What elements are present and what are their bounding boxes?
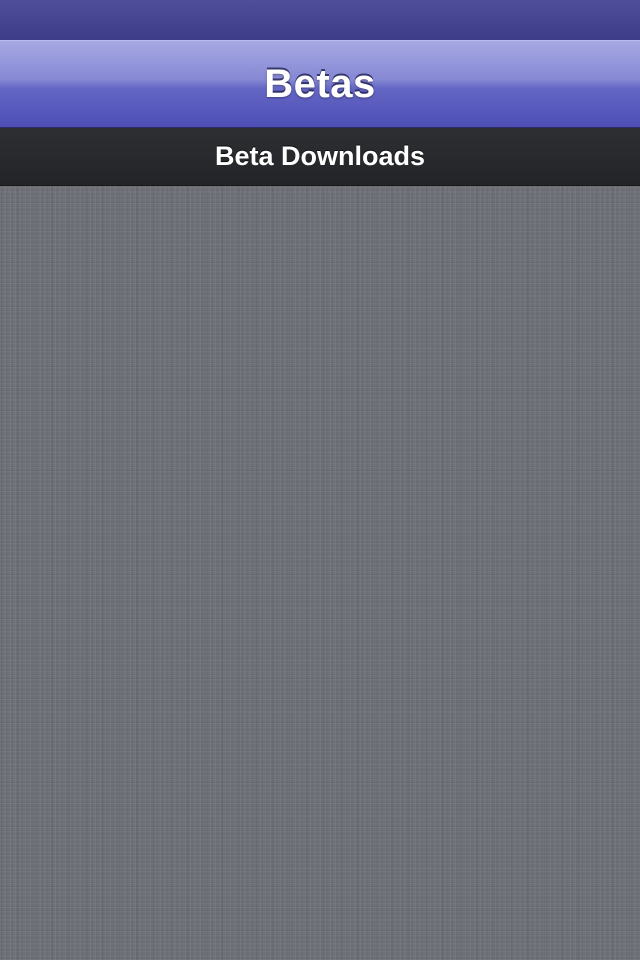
status-bar bbox=[0, 0, 640, 40]
app-screen: Betas Beta Downloads bbox=[0, 0, 640, 960]
section-header-label: Beta Downloads bbox=[214, 141, 426, 171]
page-title: Betas bbox=[264, 61, 376, 106]
section-header: Beta Downloads bbox=[0, 128, 640, 186]
beta-downloads-list[interactable] bbox=[0, 186, 640, 960]
navigation-bar: Betas bbox=[0, 40, 640, 128]
